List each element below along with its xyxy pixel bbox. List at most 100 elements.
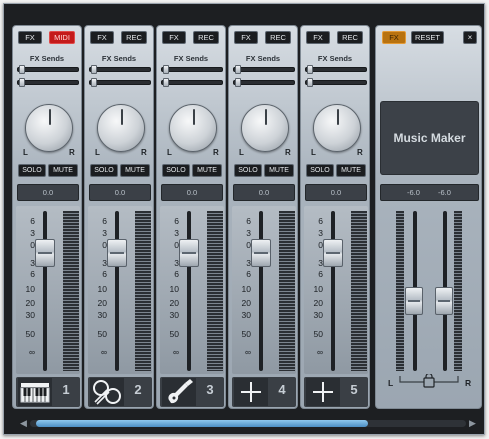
rec-button[interactable]: REC <box>121 31 147 44</box>
fader-track[interactable] <box>187 211 191 371</box>
pan-knob[interactable] <box>169 104 217 152</box>
add-instrument-icon[interactable] <box>234 378 268 406</box>
pan-knob[interactable] <box>97 104 145 152</box>
mute-button[interactable]: MUTE <box>336 164 366 177</box>
scale-tick: ∞ <box>28 347 35 357</box>
add-instrument-icon[interactable] <box>306 378 340 406</box>
rec-button[interactable]: REC <box>265 31 291 44</box>
scale-tick: 3 <box>30 228 35 238</box>
scale-tick: 50 <box>313 329 323 339</box>
fader-track[interactable] <box>115 211 119 371</box>
pan-indicator <box>193 109 195 125</box>
mute-button[interactable]: MUTE <box>264 164 294 177</box>
level-meter-left <box>135 211 143 371</box>
fx-send-1-slider[interactable] <box>161 65 223 74</box>
scroll-thumb[interactable] <box>36 420 368 427</box>
scale-tick: 6 <box>174 269 179 279</box>
scale-tick: 6 <box>318 216 323 226</box>
scroll-left-icon[interactable]: ◀ <box>20 418 27 429</box>
fx-send-1-knob[interactable] <box>19 65 25 74</box>
solo-button[interactable]: SOLO <box>162 164 190 177</box>
fx-send-2-knob[interactable] <box>307 78 313 87</box>
fx-sends-label: FX Sends <box>29 54 65 63</box>
master-fader-left[interactable] <box>405 287 423 315</box>
scale-tick: 30 <box>97 310 107 320</box>
pan-right-label: R <box>213 148 219 157</box>
fx-button[interactable]: FX <box>162 31 186 44</box>
master-strip: FX RESET × Music Maker -6.0 -6.0 L R <box>375 25 482 409</box>
scale-tick: 20 <box>97 298 107 308</box>
solo-button[interactable]: SOLO <box>90 164 118 177</box>
volume-fader[interactable] <box>179 239 199 267</box>
scale-tick: ∞ <box>172 347 179 357</box>
mixer-window: FX MIDI FX Sends L R SOLO MUTE 0.0 63036… <box>3 3 485 435</box>
fader-track[interactable] <box>259 211 263 371</box>
pan-knob[interactable] <box>241 104 289 152</box>
level-meter-right <box>71 211 79 371</box>
pan-knob[interactable] <box>25 104 73 152</box>
fader-track[interactable] <box>43 211 47 371</box>
close-button[interactable]: × <box>463 31 477 44</box>
mute-button[interactable]: MUTE <box>192 164 222 177</box>
horizontal-scrollbar[interactable]: ◀ ▶ <box>18 416 478 430</box>
solo-button[interactable]: SOLO <box>234 164 262 177</box>
fx-send-1-knob[interactable] <box>163 65 169 74</box>
rec-button[interactable]: REC <box>193 31 219 44</box>
fx-send-1-slider[interactable] <box>89 65 151 74</box>
fx-button[interactable]: FX <box>234 31 258 44</box>
solo-button[interactable]: SOLO <box>18 164 46 177</box>
fx-send-2-knob[interactable] <box>91 78 97 87</box>
channel-strip-5: FX REC FX Sends L R SOLO MUTE 0.0 630361… <box>300 25 370 409</box>
master-fx-button[interactable]: FX <box>382 31 406 44</box>
fx-button[interactable]: FX <box>18 31 42 44</box>
solo-button[interactable]: SOLO <box>306 164 334 177</box>
guitar-icon[interactable] <box>162 378 196 406</box>
fx-sends-label: FX Sends <box>317 54 353 63</box>
lock-icon[interactable] <box>398 374 460 390</box>
drums-icon[interactable] <box>90 378 124 406</box>
scroll-right-icon[interactable]: ▶ <box>469 418 476 429</box>
volume-fader[interactable] <box>107 239 127 267</box>
master-meter-right <box>454 211 462 371</box>
reset-button[interactable]: RESET <box>411 31 444 44</box>
fx-send-1-knob[interactable] <box>91 65 97 74</box>
mute-button[interactable]: MUTE <box>120 164 150 177</box>
fx-send-2-knob[interactable] <box>19 78 25 87</box>
volume-fader[interactable] <box>35 239 55 267</box>
scale-tick: 3 <box>318 228 323 238</box>
fx-send-1-slider[interactable] <box>305 65 367 74</box>
keyboard-icon[interactable] <box>18 378 52 406</box>
fx-send-2-slider[interactable] <box>305 78 367 87</box>
scale-tick: 20 <box>25 298 35 308</box>
fader-track[interactable] <box>331 211 335 371</box>
pan-knob[interactable] <box>313 104 361 152</box>
fx-send-1-slider[interactable] <box>17 65 79 74</box>
scale-tick: 50 <box>25 329 35 339</box>
level-meter-right <box>287 211 295 371</box>
fx-send-2-slider[interactable] <box>161 78 223 87</box>
level-meter-right <box>143 211 151 371</box>
fx-send-2-slider[interactable] <box>89 78 151 87</box>
fader-area: 6 3 0 3 6 10 20 30 50 ∞ <box>88 206 152 374</box>
mute-button[interactable]: MUTE <box>48 164 78 177</box>
midi-button[interactable]: MIDI <box>49 31 75 44</box>
fx-sends-label: FX Sends <box>245 54 281 63</box>
scale-tick: 6 <box>30 269 35 279</box>
fx-button[interactable]: FX <box>306 31 330 44</box>
volume-fader[interactable] <box>251 239 271 267</box>
scale-tick: 30 <box>241 310 251 320</box>
channel-strip-3: FX REC FX Sends L R SOLO MUTE 0.0 630361… <box>156 25 226 409</box>
fx-send-1-knob[interactable] <box>307 65 313 74</box>
fader-area: 6 3 0 3 6 10 20 30 50 ∞ <box>160 206 224 374</box>
fx-send-1-knob[interactable] <box>235 65 241 74</box>
fx-send-2-slider[interactable] <box>233 78 295 87</box>
fx-send-2-slider[interactable] <box>17 78 79 87</box>
fx-button[interactable]: FX <box>90 31 114 44</box>
fx-send-2-knob[interactable] <box>163 78 169 87</box>
fx-send-1-slider[interactable] <box>233 65 295 74</box>
channel-strip-2: FX REC FX Sends L R SOLO MUTE 0.0 630361… <box>84 25 154 409</box>
volume-fader[interactable] <box>323 239 343 267</box>
master-fader-right[interactable] <box>435 287 453 315</box>
rec-button[interactable]: REC <box>337 31 363 44</box>
fx-send-2-knob[interactable] <box>235 78 241 87</box>
